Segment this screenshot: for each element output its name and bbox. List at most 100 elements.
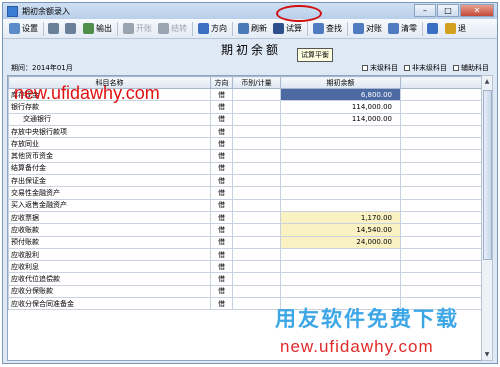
- direction-cell[interactable]: 借: [210, 112, 233, 126]
- column-header-unit[interactable]: 币别/计量: [232, 76, 281, 89]
- unit-cell[interactable]: [232, 272, 281, 286]
- trial-balance-button[interactable]: 试算: [270, 20, 305, 38]
- direction-cell[interactable]: 借: [210, 100, 233, 114]
- direction-cell[interactable]: 借: [210, 198, 233, 212]
- table-row[interactable]: 预付账款借 24,000.00: [8, 235, 484, 249]
- account-name-cell[interactable]: 预付账款: [8, 235, 211, 249]
- close-account-button[interactable]: 结转: [155, 20, 190, 38]
- direction-cell[interactable]: 借: [210, 161, 233, 176]
- unit-cell[interactable]: [232, 235, 281, 249]
- balance-cell[interactable]: [280, 284, 401, 299]
- output-button[interactable]: 输出: [80, 20, 115, 38]
- account-name-cell[interactable]: 交通银行: [8, 112, 211, 126]
- clear-button[interactable]: 清零: [385, 20, 420, 38]
- scroll-down-icon[interactable]: ▼: [482, 349, 492, 360]
- unit-cell[interactable]: [232, 100, 281, 114]
- preview-button[interactable]: [63, 20, 80, 38]
- table-row[interactable]: 存放同业借: [8, 137, 484, 151]
- table-row[interactable]: 存放中央银行款项借: [8, 124, 484, 139]
- balance-cell[interactable]: 24,000.00: [280, 235, 401, 249]
- balance-cell[interactable]: [280, 260, 401, 274]
- direction-cell[interactable]: 借: [210, 174, 233, 188]
- column-header-direction[interactable]: 方向: [210, 76, 233, 89]
- settings-button[interactable]: 设置: [6, 20, 41, 38]
- direction-cell[interactable]: 借: [210, 137, 233, 151]
- unit-cell[interactable]: [232, 161, 281, 176]
- account-name-cell[interactable]: 存放同业: [8, 137, 211, 151]
- unit-cell[interactable]: [232, 284, 281, 299]
- account-name-cell[interactable]: 交易性金融资产: [8, 186, 211, 200]
- balance-cell[interactable]: [280, 198, 401, 212]
- unit-cell[interactable]: [232, 124, 281, 139]
- unit-cell[interactable]: [232, 174, 281, 188]
- direction-cell[interactable]: 借: [210, 235, 233, 249]
- direction-cell[interactable]: 借: [210, 272, 233, 286]
- checkbox-box[interactable]: [453, 65, 459, 71]
- balance-cell[interactable]: [280, 272, 401, 286]
- column-header-balance[interactable]: 期初余额: [280, 76, 401, 89]
- account-name-cell[interactable]: 存放中央银行款项: [8, 124, 211, 139]
- close-button[interactable]: ✕: [460, 4, 494, 17]
- direction-cell[interactable]: 借: [210, 260, 233, 274]
- direction-cell[interactable]: 借: [210, 186, 233, 200]
- unit-cell[interactable]: [232, 210, 281, 225]
- table-row[interactable]: 交通银行借 114,000.00: [8, 112, 484, 126]
- unit-cell[interactable]: [232, 198, 281, 212]
- table-row[interactable]: 应收代位追偿款借: [8, 272, 484, 286]
- table-row[interactable]: 应收股利借: [8, 247, 484, 262]
- balance-cell[interactable]: [280, 149, 401, 163]
- open-account-button[interactable]: 开账: [120, 20, 155, 38]
- unit-cell[interactable]: [232, 247, 281, 262]
- balance-cell[interactable]: 1,170.00: [280, 210, 401, 225]
- direction-cell[interactable]: 借: [210, 149, 233, 163]
- table-row[interactable]: 应收分保账款借: [8, 284, 484, 299]
- balance-cell[interactable]: [280, 186, 401, 200]
- maximize-button[interactable]: □: [437, 4, 459, 17]
- direction-button[interactable]: 方向: [195, 20, 230, 38]
- find-button[interactable]: 查找: [310, 20, 345, 38]
- table-row[interactable]: 买入返售金融资产借: [8, 198, 484, 212]
- account-name-cell[interactable]: 结算备付金: [8, 161, 211, 176]
- direction-cell[interactable]: 借: [210, 297, 233, 311]
- balance-cell[interactable]: [280, 247, 401, 262]
- balance-cell[interactable]: [280, 137, 401, 151]
- direction-cell[interactable]: 借: [210, 87, 233, 102]
- filter-checkbox[interactable]: 末级科目: [362, 63, 398, 73]
- account-name-cell[interactable]: 其他货币资金: [8, 149, 211, 163]
- account-name-cell[interactable]: 应收利息: [8, 260, 211, 274]
- table-row[interactable]: 其他货币资金借: [8, 149, 484, 163]
- account-name-cell[interactable]: 应收代位追偿款: [8, 272, 211, 286]
- vertical-scrollbar[interactable]: ▲ ▼: [481, 75, 493, 361]
- unit-cell[interactable]: [232, 223, 281, 237]
- table-row[interactable]: 应收利息借: [8, 260, 484, 274]
- checkbox-box[interactable]: [404, 65, 410, 71]
- unit-cell[interactable]: [232, 87, 281, 102]
- direction-cell[interactable]: 借: [210, 223, 233, 237]
- direction-cell[interactable]: 借: [210, 284, 233, 299]
- minimize-button[interactable]: –: [414, 4, 436, 17]
- unit-cell[interactable]: [232, 260, 281, 274]
- balance-cell[interactable]: 114,000.00: [280, 100, 401, 114]
- table-row[interactable]: 结算备付金借: [8, 161, 484, 176]
- direction-cell[interactable]: 借: [210, 210, 233, 225]
- unit-cell[interactable]: [232, 137, 281, 151]
- account-name-cell[interactable]: 应收分保合同准备金: [8, 297, 211, 311]
- table-row[interactable]: 应收票据借 1,170.00: [8, 210, 484, 225]
- filter-checkbox[interactable]: 非末级科目: [404, 63, 447, 73]
- unit-cell[interactable]: [232, 186, 281, 200]
- print-button[interactable]: [46, 20, 63, 38]
- checkbox-box[interactable]: [362, 65, 368, 71]
- account-name-cell[interactable]: 存出保证金: [8, 174, 211, 188]
- balance-cell[interactable]: [280, 124, 401, 139]
- direction-cell[interactable]: 借: [210, 124, 233, 139]
- reconcile-button[interactable]: 对账: [350, 20, 385, 38]
- unit-cell[interactable]: [232, 149, 281, 163]
- balance-cell[interactable]: [280, 161, 401, 176]
- title-bar[interactable]: 期初余额录入 – □ ✕: [3, 3, 497, 19]
- account-name-cell[interactable]: 买入返售金融资产: [8, 198, 211, 212]
- scroll-thumb[interactable]: [483, 90, 492, 260]
- filter-checkbox[interactable]: 辅助科目: [453, 63, 489, 73]
- unit-cell[interactable]: [232, 297, 281, 311]
- balance-cell[interactable]: 114,000.00: [280, 112, 401, 126]
- unit-cell[interactable]: [232, 112, 281, 126]
